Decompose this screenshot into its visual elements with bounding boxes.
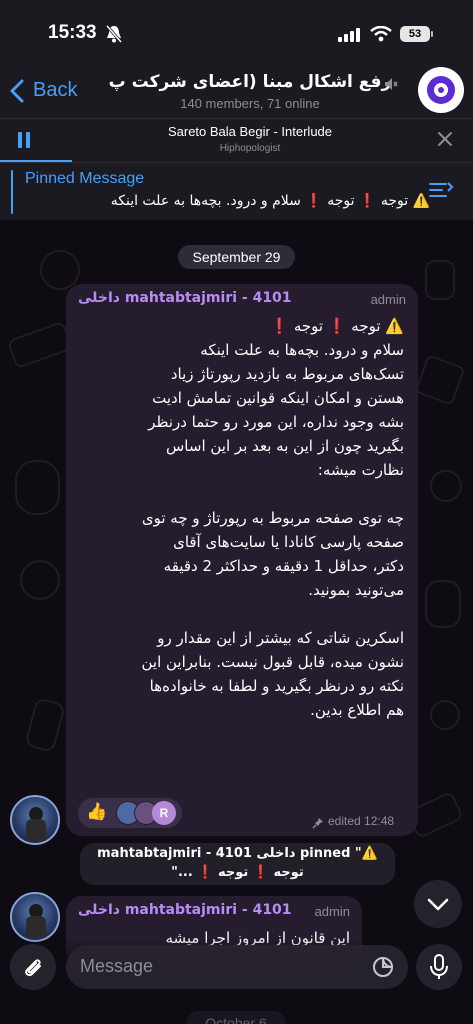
message-meta: edited 12:48: [328, 814, 395, 828]
sender-avatar[interactable]: [10, 892, 60, 942]
status-bar: 15:33 53: [0, 0, 473, 60]
scroll-down-button[interactable]: [414, 880, 462, 928]
message-input[interactable]: Message: [66, 945, 408, 989]
music-artist: Hiphopologist: [219, 143, 281, 154]
chevron-left-icon: [10, 79, 24, 107]
group-avatar[interactable]: [418, 67, 464, 113]
reactor-avatar-letter: R: [152, 801, 176, 825]
pinned-list-icon[interactable]: [428, 180, 454, 206]
paperclip-icon: [22, 955, 44, 983]
attach-button[interactable]: [10, 944, 56, 990]
chevron-down-icon: [427, 897, 449, 916]
pinned-text: ⚠️ توجه ❗ توجه ❗ سلام و درود. بچه‌ها به …: [110, 193, 430, 209]
pause-icon[interactable]: [18, 132, 30, 152]
pin-icon: [312, 814, 324, 833]
battery-level: 53: [408, 28, 422, 40]
message-bubble[interactable]: mahtabtajmiri - 4101 داخلی admin ⚠️ توجه…: [66, 284, 418, 836]
pinned-label: Pinned Message: [25, 170, 145, 187]
back-label[interactable]: Back: [33, 79, 77, 102]
date-separator: September 29: [178, 245, 295, 269]
message-sender[interactable]: mahtabtajmiri - 4101 داخلی: [78, 902, 292, 918]
cellular-signal-icon: [338, 27, 360, 46]
group-logo-icon: [427, 76, 455, 104]
reaction-emoji: 👍: [86, 802, 108, 822]
service-line: mahtabtajmiri - 4101 داخلی pinned "⚠️: [97, 846, 378, 861]
sticker-icon[interactable]: [372, 956, 394, 982]
reaction-chip[interactable]: 👍 R: [78, 798, 182, 828]
battery-icon: 53: [400, 26, 430, 42]
date-separator-faded: October 6: [186, 1011, 286, 1024]
mute-bell-icon: [105, 25, 123, 47]
close-icon[interactable]: [437, 131, 453, 151]
music-title: Sareto Bala Begir - Interlude: [167, 124, 333, 139]
battery-tip: [431, 31, 433, 37]
voice-button[interactable]: [416, 944, 462, 990]
wifi-icon: [370, 25, 392, 46]
chat-title[interactable]: رفع اشکال مبنا (اعضای شرکت پ: [100, 72, 400, 92]
muted-speaker-icon: [384, 76, 398, 95]
date-separator: October 6: [186, 1011, 286, 1024]
sender-role: admin: [370, 292, 406, 307]
reactor-initial: R: [159, 806, 169, 820]
message-text: ⚠️ توجه ❗ توجه ❗ سلام و درود. بچه‌ها به …: [141, 317, 404, 719]
message-sender[interactable]: mahtabtajmiri - 4101 داخلی: [78, 290, 292, 306]
chat-subtitle: 140 members, 71 online: [180, 96, 320, 111]
pinned-indicator: [11, 170, 13, 214]
message-placeholder: Message: [80, 956, 154, 976]
sender-role: admin: [314, 904, 350, 919]
microphone-icon: [430, 954, 448, 984]
sender-avatar[interactable]: [10, 795, 60, 845]
status-time: 15:33: [48, 22, 97, 43]
service-line: توجه ❗ توجه ❗ ...": [171, 865, 304, 880]
pinned-service-message: mahtabtajmiri - 4101 داخلی pinned "⚠️ تو…: [80, 843, 395, 885]
